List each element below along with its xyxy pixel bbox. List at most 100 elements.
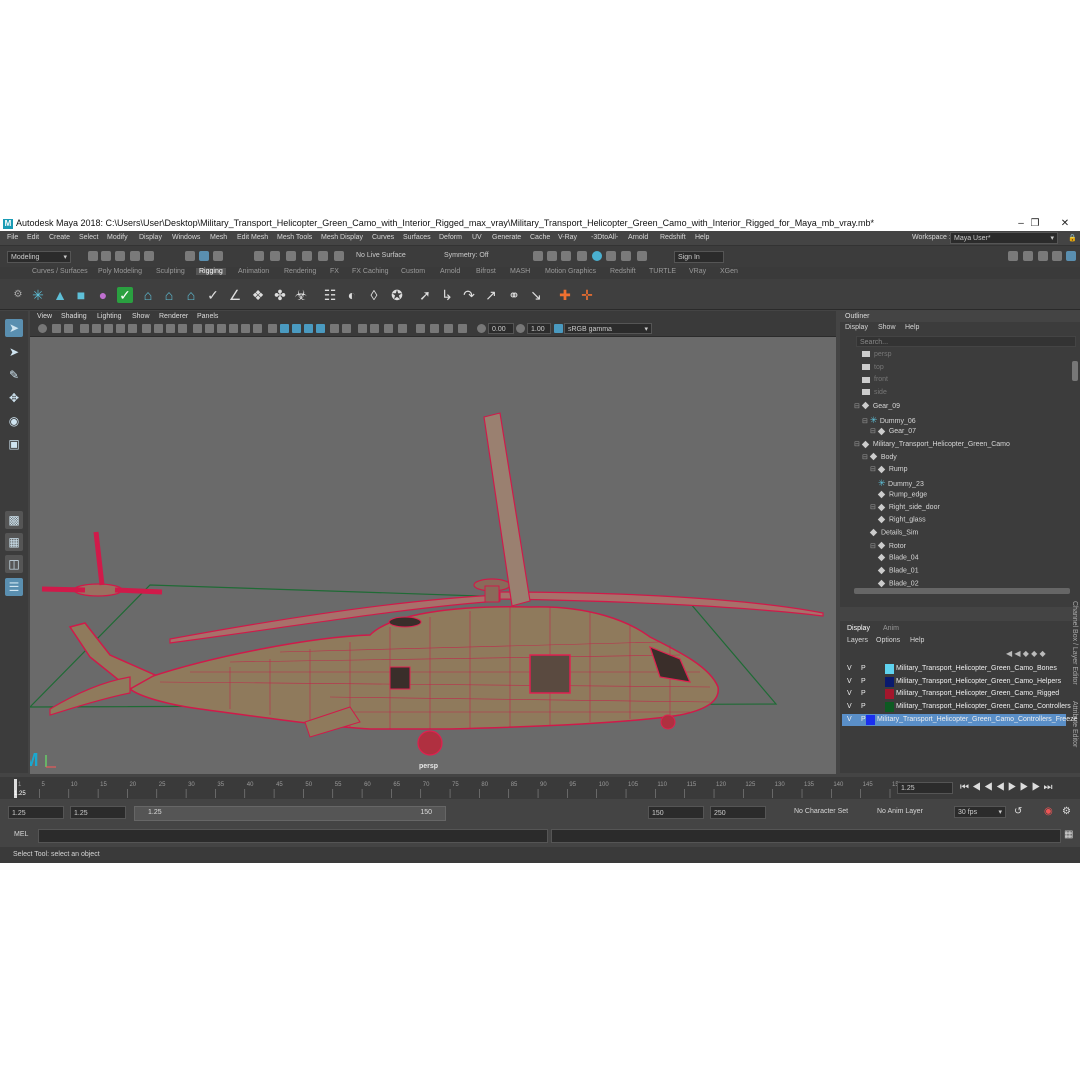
- menu-deform[interactable]: Deform: [439, 234, 462, 241]
- outliner-item[interactable]: ⊟ Rotor: [870, 541, 906, 550]
- xray-icon[interactable]: [253, 324, 262, 333]
- safe-title-icon[interactable]: [166, 324, 175, 333]
- snap-surface-icon[interactable]: [318, 251, 328, 261]
- tab-xgen[interactable]: XGen: [720, 268, 738, 275]
- outliner-item[interactable]: ⊟ Right_side_door: [870, 503, 940, 511]
- menu-help[interactable]: Help: [695, 234, 709, 241]
- layer-color-swatch[interactable]: [885, 702, 894, 713]
- outliner-item[interactable]: ⊟ ✳ Dummy_06: [862, 415, 916, 426]
- character-controls-icon[interactable]: [1023, 251, 1033, 261]
- tab-arnold[interactable]: Arnold: [440, 268, 460, 275]
- mode-dropdown[interactable]: Modeling ▾: [7, 251, 71, 263]
- layer-color-swatch[interactable]: [885, 689, 894, 700]
- camera-lock-icon[interactable]: [458, 324, 467, 333]
- outliner-item[interactable]: ⊟ Body: [862, 453, 897, 461]
- smooth-shade-icon[interactable]: [205, 324, 214, 333]
- perspective-viewport[interactable]: M persp: [30, 337, 836, 774]
- exposure-field[interactable]: 0.00: [488, 323, 514, 334]
- channel-box-side-tab[interactable]: Channel Box / Layer Editor: [1071, 601, 1078, 685]
- wireframe-icon[interactable]: [193, 324, 202, 333]
- display-layer-row[interactable]: V P Military_Transport_Helicopter_Green_Ca…: [842, 676, 1066, 688]
- human-ik-icon[interactable]: ✤: [272, 287, 288, 303]
- layer-menu-layers[interactable]: Layers: [847, 637, 868, 644]
- menu-vray[interactable]: V-Ray: [558, 234, 577, 241]
- select-hierarchy-icon[interactable]: [185, 251, 195, 261]
- snap-view-icon[interactable]: [302, 251, 312, 261]
- hik-icon[interactable]: ✓: [117, 287, 133, 303]
- outliner-menu-display[interactable]: Display: [845, 324, 868, 331]
- menu-edit[interactable]: Edit: [27, 234, 39, 241]
- tab-redshift[interactable]: Redshift: [610, 268, 636, 275]
- expand-toggle-icon[interactable]: ⊟: [870, 428, 878, 435]
- tab-mash[interactable]: MASH: [510, 268, 530, 275]
- outliner-item[interactable]: Blade_02: [877, 579, 919, 587]
- wireframe-on-shaded-icon[interactable]: [241, 324, 250, 333]
- outliner-item[interactable]: Rump_edge: [877, 490, 927, 498]
- layer-color-swatch[interactable]: [885, 676, 894, 687]
- layer-playback-toggle[interactable]: P: [861, 703, 866, 710]
- tab-anim-layers[interactable]: Anim: [883, 625, 899, 632]
- parent-constraint-icon[interactable]: ⚭: [506, 287, 522, 303]
- menu-modify[interactable]: Modify: [107, 234, 128, 241]
- pole-vector-icon[interactable]: ↘: [528, 287, 544, 303]
- command-language-label[interactable]: MEL: [14, 831, 28, 838]
- layer-playback-toggle[interactable]: P: [861, 690, 866, 697]
- menu-create[interactable]: Create: [49, 234, 70, 241]
- menu-file[interactable]: File: [7, 234, 18, 241]
- outliner-menu-show[interactable]: Show: [878, 324, 896, 331]
- single-view-icon[interactable]: ▩: [5, 511, 23, 529]
- vray-ipr-icon[interactable]: [606, 251, 616, 261]
- attribute-editor-side-tab[interactable]: Attribute Editor: [1071, 701, 1078, 747]
- loop-icon[interactable]: ↺: [1014, 806, 1022, 817]
- vp-menu-panels[interactable]: Panels: [197, 313, 218, 320]
- layer-visibility-toggle[interactable]: V: [847, 678, 852, 685]
- grid-toggle-icon[interactable]: [142, 324, 151, 333]
- layer-playback-toggle[interactable]: P: [861, 678, 866, 685]
- add-attribute-icon[interactable]: ✚: [557, 287, 573, 303]
- outliner-item[interactable]: front: [862, 376, 888, 383]
- animation-end-field[interactable]: 250: [710, 806, 766, 819]
- outliner-item[interactable]: ⊟ Military_Transport_Helicopter_Green_Ca…: [854, 440, 1010, 448]
- sign-in-button[interactable]: Sign In: [674, 251, 724, 263]
- select-component-icon[interactable]: [213, 251, 223, 261]
- layer-visibility-toggle[interactable]: V: [847, 716, 852, 723]
- expand-toggle-icon[interactable]: ⊟: [870, 543, 878, 550]
- vray-render-icon[interactable]: [592, 251, 602, 261]
- display-layer-row[interactable]: V P Military_Transport_Helicopter_Green_Ca…: [842, 663, 1066, 675]
- menu-mesh[interactable]: Mesh: [210, 234, 227, 241]
- stereo-icon[interactable]: [444, 324, 453, 333]
- new-scene-icon[interactable]: [88, 251, 98, 261]
- menu-display[interactable]: Display: [139, 234, 162, 241]
- scale-constraint-icon[interactable]: ↗: [483, 287, 499, 303]
- paint-select-tool-icon[interactable]: ✎: [5, 366, 23, 384]
- tab-fx[interactable]: FX: [330, 268, 339, 275]
- field-chart-icon[interactable]: [128, 324, 137, 333]
- point-constraint-icon[interactable]: ➚: [417, 287, 433, 303]
- playback-controls[interactable]: ⏮◀◀◀▶▶▶⏭: [960, 782, 1056, 793]
- ssao-icon[interactable]: [292, 324, 301, 333]
- layer-playback-toggle[interactable]: P: [861, 716, 866, 723]
- outliner-menu-help[interactable]: Help: [905, 324, 919, 331]
- menu-arnold[interactable]: Arnold: [628, 234, 648, 241]
- color-mgmt-icon[interactable]: [430, 324, 439, 333]
- mirror-joint-icon[interactable]: ■: [73, 287, 89, 303]
- outliner-h-scrollbar[interactable]: [854, 588, 1070, 594]
- wire-deformer-icon[interactable]: ◐: [344, 287, 360, 303]
- tab-rigging[interactable]: Rigging: [196, 268, 226, 275]
- menu-redshift[interactable]: Redshift: [660, 234, 686, 241]
- shelf-menu-icon[interactable]: ⚙: [10, 287, 26, 303]
- outliner-item[interactable]: Blade_04: [877, 553, 919, 562]
- bind-skin-icon[interactable]: ⌂: [161, 287, 177, 303]
- modeling-toolkit-icon[interactable]: [1008, 251, 1018, 261]
- outliner-item[interactable]: ✳ Dummy_23: [878, 478, 924, 489]
- frame-buffer-icon[interactable]: [621, 251, 631, 261]
- four-view-icon[interactable]: ▦: [5, 533, 23, 551]
- vp-menu-show[interactable]: Show: [132, 313, 150, 320]
- gamma-field[interactable]: 1.00: [527, 323, 551, 334]
- open-scene-icon[interactable]: [101, 251, 111, 261]
- tab-animation[interactable]: Animation: [238, 268, 269, 275]
- undo-icon[interactable]: [130, 251, 140, 261]
- two-view-icon[interactable]: ◫: [5, 555, 23, 573]
- vp-menu-lighting[interactable]: Lighting: [97, 313, 122, 320]
- wrap-deformer-icon[interactable]: ◊: [366, 287, 382, 303]
